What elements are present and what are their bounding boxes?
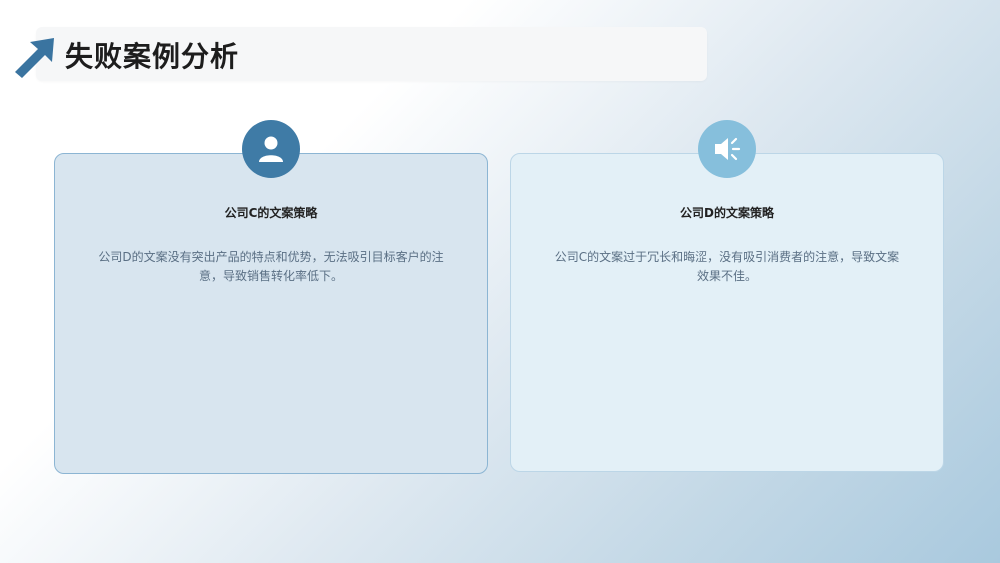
card-body: 公司C的文案过于冗长和晦涩，没有吸引消费者的注意，导致文案效果不佳。: [554, 250, 900, 283]
case-card-company-d: 公司D的文案策略 公司C的文案过于冗长和晦涩，没有吸引消费者的注意，导致文案效果…: [510, 153, 944, 472]
user-icon: [259, 136, 283, 162]
arrow-up-left-icon: [15, 38, 54, 78]
speaker-icon-badge: [698, 120, 756, 178]
speaker-icon: [715, 137, 741, 161]
card-title: 公司C的文案策略: [224, 206, 318, 220]
user-icon-badge: [242, 120, 300, 178]
case-card-company-c: 公司C的文案策略 公司D的文案没有突出产品的特点和优势，无法吸引目标客户的注意，…: [54, 153, 488, 474]
page-title: 失败案例分析: [65, 40, 240, 73]
card-body: 公司D的文案没有突出产品的特点和优势，无法吸引目标客户的注意，导致销售转化率低下…: [98, 250, 444, 283]
card-title: 公司D的文案策略: [680, 206, 774, 220]
